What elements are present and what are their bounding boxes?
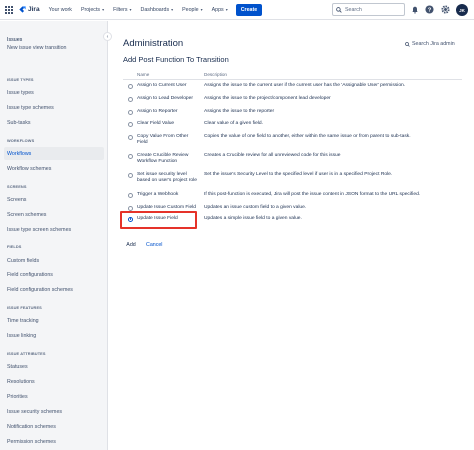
- post-function-name[interactable]: Set issue security level based on user's…: [137, 172, 200, 184]
- avatar[interactable]: JK: [456, 4, 468, 16]
- sidebar-item-custom-fields[interactable]: Custom fields: [4, 254, 104, 267]
- jira-logo-icon: [19, 6, 26, 13]
- create-button[interactable]: Create: [235, 3, 263, 16]
- post-function-radio[interactable]: [128, 96, 133, 102]
- sidebar-item-field-configuration-schemes[interactable]: Field configuration schemes: [4, 283, 104, 296]
- post-function-radio[interactable]: [128, 192, 133, 198]
- post-function-name[interactable]: Trigger a Webhook: [137, 192, 200, 198]
- sidebar-section-fields: FIELDS: [7, 244, 22, 249]
- sidebar-item-time-tracking[interactable]: Time tracking: [4, 314, 104, 327]
- chevron-down-icon: ▾: [129, 7, 132, 12]
- sidebar-item-workflow-schemes[interactable]: Workflow schemes: [4, 162, 104, 175]
- sidebar-item-issue-types[interactable]: Issue types: [4, 86, 104, 99]
- nav-item-apps[interactable]: Apps ▾: [212, 7, 228, 13]
- sidebar-item-resolutions[interactable]: Resolutions: [4, 375, 104, 388]
- search-admin-label: Search Jira admin: [412, 41, 455, 47]
- post-function-name[interactable]: Copy Value From Other Field: [137, 134, 200, 146]
- svg-text:?: ?: [428, 8, 432, 14]
- search-input[interactable]: Search: [332, 3, 405, 16]
- search-icon: [405, 41, 410, 47]
- post-function-radio[interactable]: [128, 109, 133, 115]
- sidebar-item-priorities[interactable]: Priorities: [4, 390, 104, 403]
- sidebar-item-permission-schemes[interactable]: Permission schemes: [4, 435, 104, 448]
- sidebar-item-issue-type-schemes[interactable]: Issue type schemes: [4, 101, 104, 114]
- chevron-down-icon: ▾: [171, 7, 174, 12]
- post-function-description: Assigns the issue to the current user if…: [204, 83, 406, 88]
- sidebar-item-new-issue-view-transition[interactable]: New issue view transition: [4, 41, 104, 54]
- post-function-description: Set the issue's Security Level to the sp…: [204, 172, 393, 177]
- jira-logo[interactable]: Jira: [19, 6, 40, 13]
- post-function-name[interactable]: Create Crucible Review Workflow Function: [137, 153, 200, 165]
- sidebar-section-workflows: WORKFLOWS: [7, 138, 35, 143]
- table-header-divider: [123, 79, 462, 80]
- cancel-button[interactable]: Cancel: [146, 239, 163, 250]
- post-function-name[interactable]: Clear Field Value: [137, 121, 200, 127]
- sidebar-item-screen-schemes[interactable]: Screen schemes: [4, 208, 104, 221]
- sidebar-item-sub-tasks[interactable]: Sub-tasks: [4, 116, 104, 129]
- help-icon[interactable]: ?: [424, 4, 435, 15]
- nav-item-label: Filters: [113, 6, 128, 13]
- post-function-description: Clear value of a given field.: [204, 121, 263, 126]
- nav-item-label: Your work: [48, 6, 72, 13]
- collapse-sidebar-icon[interactable]: ‹: [103, 32, 112, 41]
- sidebar-item-statuses[interactable]: Statuses: [4, 360, 104, 373]
- selection-highlight: [120, 211, 197, 229]
- nav-item-filters[interactable]: Filters ▾: [113, 7, 131, 13]
- post-function-description: If this post-function is executed, Jira …: [204, 192, 421, 197]
- sidebar-section-screens: SCREENS: [7, 184, 27, 189]
- sidebar-item-screens[interactable]: Screens: [4, 193, 104, 206]
- nav-item-people[interactable]: People ▾: [182, 7, 203, 13]
- post-function-description: Updates an issue custom field to a given…: [204, 205, 307, 210]
- post-function-radio[interactable]: [128, 134, 133, 140]
- nav-item-projects[interactable]: Projects ▾: [81, 7, 104, 13]
- chevron-down-icon: ▾: [200, 7, 203, 12]
- nav-item-your-work[interactable]: Your work: [49, 7, 72, 13]
- add-button[interactable]: Add: [123, 239, 139, 250]
- logo-text: Jira: [28, 6, 40, 13]
- sidebar-item-workflows[interactable]: Workflows: [4, 147, 104, 160]
- post-function-radio[interactable]: [128, 121, 133, 127]
- post-function-radio[interactable]: [128, 153, 133, 159]
- sidebar: Issues New issue view transition ISSUE TY…: [0, 21, 108, 450]
- sidebar-section-issue-types: ISSUE TYPES: [7, 77, 34, 82]
- search-placeholder: Search: [345, 6, 362, 13]
- sidebar-item-notification-schemes[interactable]: Notification schemes: [4, 420, 104, 433]
- sidebar-item-issue-linking[interactable]: Issue linking: [4, 329, 104, 342]
- column-header-name: Name: [137, 72, 150, 77]
- apps-grid-icon[interactable]: [5, 5, 13, 14]
- notifications-icon[interactable]: [409, 4, 420, 15]
- post-function-description: Updates a simple issue field to a given …: [204, 216, 302, 221]
- sidebar-section-issue-attributes: ISSUE ATTRIBUTES: [7, 351, 46, 356]
- section-title: Add Post Function To Transition: [123, 55, 229, 64]
- search-icon: [336, 6, 342, 13]
- nav-item-label: Projects: [80, 6, 101, 13]
- nav-item-dashboards[interactable]: Dashboards ▾: [141, 7, 174, 13]
- chevron-down-icon: ▾: [102, 7, 105, 12]
- post-function-description: Assigns the issue to the reporter: [204, 109, 275, 114]
- post-function-description: Creates a Crucible review for all unrevi…: [204, 153, 341, 158]
- post-function-radio[interactable]: [128, 172, 133, 178]
- post-function-name[interactable]: Assign to Reporter: [137, 109, 200, 115]
- sidebar-item-issue-type-screen-schemes[interactable]: Issue type screen schemes: [4, 223, 104, 236]
- post-function-radio[interactable]: [128, 83, 133, 89]
- sidebar-section-issue-features: ISSUE FEATURES: [7, 305, 42, 310]
- sidebar-item-issue-security-schemes[interactable]: Issue security schemes: [4, 405, 104, 418]
- page-title: Administration: [123, 38, 184, 49]
- post-function-description: Copies the value of one field to another…: [204, 134, 411, 139]
- nav-item-label: People: [182, 6, 199, 13]
- sidebar-item-field-configurations[interactable]: Field configurations: [4, 268, 104, 281]
- post-function-name[interactable]: Assign to Current User: [137, 83, 200, 89]
- post-function-description: Assigns the issue to the project/compone…: [204, 96, 331, 101]
- chevron-down-icon: ▾: [225, 7, 228, 12]
- post-function-name[interactable]: Assign to Lead Developer: [137, 96, 200, 102]
- search-admin-link[interactable]: Search Jira admin: [405, 41, 455, 47]
- column-header-description: Description: [204, 72, 227, 77]
- nav-item-label: Apps: [211, 6, 224, 13]
- nav-item-label: Dashboards: [140, 6, 170, 13]
- settings-icon[interactable]: [440, 4, 451, 15]
